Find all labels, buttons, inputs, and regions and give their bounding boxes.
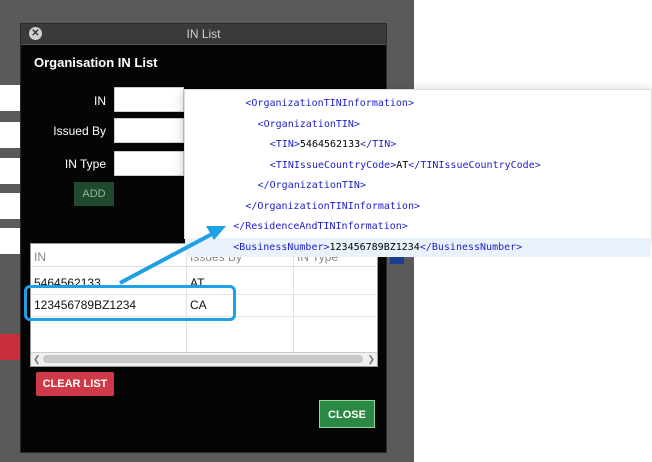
callout-arrow-icon — [119, 226, 226, 285]
